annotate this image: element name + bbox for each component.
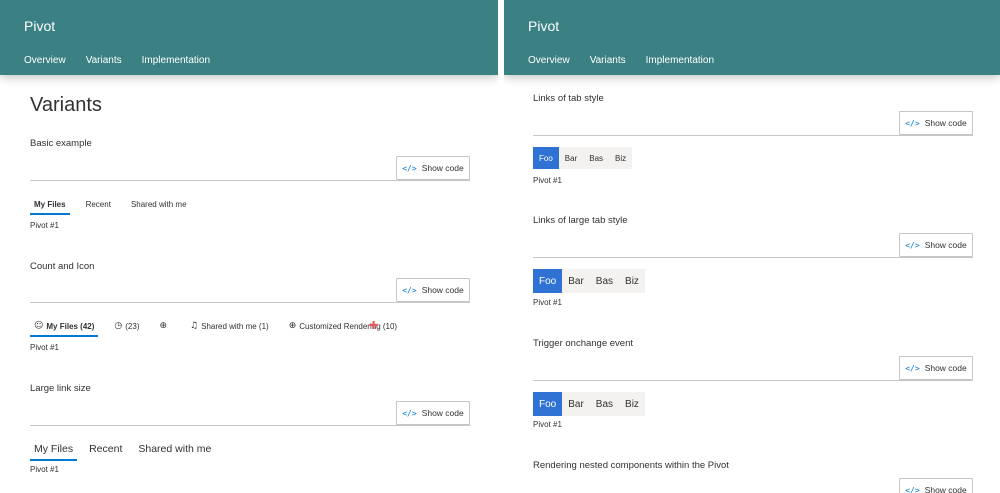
pivot-link-shared[interactable]: Shared with me <box>134 443 215 461</box>
bell-icon: ♫ <box>190 321 199 331</box>
globe-icon: ⊕ <box>288 321 297 331</box>
left-panel: Pivot Overview Variants Implementation V… <box>0 0 498 493</box>
section-label-count-icon: Count and Icon <box>30 261 95 272</box>
tab-biz[interactable]: Biz <box>619 392 645 416</box>
pivot-link-label: My Files (42) <box>46 321 95 331</box>
section-divider <box>30 425 470 426</box>
section-divider <box>533 257 973 258</box>
tab-foo[interactable]: Foo <box>533 392 563 416</box>
pivot-tabs-large: Foo Bar Bas Biz <box>533 269 645 293</box>
section-divider <box>533 380 973 381</box>
pivot-content: Pivot #1 <box>30 343 59 352</box>
show-code-label: Show code <box>421 163 464 173</box>
section-label-onchange: Trigger onchange event <box>533 338 633 349</box>
code-icon: </> <box>402 285 417 295</box>
header-title: Pivot <box>24 18 56 34</box>
show-code-button[interactable]: </> Show code <box>396 156 470 180</box>
show-code-label: Show code <box>421 408 464 418</box>
show-code-button[interactable]: </> Show code <box>899 233 973 257</box>
show-code-label: Show code <box>924 118 967 128</box>
code-icon: </> <box>905 240 920 250</box>
code-icon: </> <box>402 408 417 418</box>
show-code-label: Show code <box>924 485 967 493</box>
pivot-link-my-files[interactable]: ☺ My Files (42) <box>30 321 99 337</box>
nav-variants[interactable]: Variants <box>86 55 122 66</box>
tab-bas[interactable]: Bas <box>583 147 610 169</box>
show-code-label: Show code <box>421 285 464 295</box>
header-title: Pivot <box>528 18 560 34</box>
smiley-icon: ☺ <box>34 321 44 331</box>
tab-bar[interactable]: Bar <box>558 147 584 169</box>
nav-implementation[interactable]: Implementation <box>142 55 210 66</box>
tab-bas[interactable]: Bas <box>589 392 620 416</box>
globe-icon: ⊕ <box>159 321 168 331</box>
section-label-large-tab-style: Links of large tab style <box>533 215 628 226</box>
tab-bar[interactable]: Bar <box>562 392 590 416</box>
pivot-tabs-onchange: Foo Bar Bas Biz <box>533 392 645 416</box>
tab-foo[interactable]: Foo <box>533 269 563 293</box>
pivot-link-customized[interactable]: ⊕ Customized Rendering (10) <box>285 321 401 337</box>
tab-biz[interactable]: Biz <box>609 147 633 169</box>
pivot-link-label: (23) <box>125 321 140 331</box>
show-code-button[interactable]: </> Show code <box>899 478 973 493</box>
section-divider <box>30 180 470 181</box>
show-code-label: Show code <box>924 363 967 373</box>
header-nav: Overview Variants Implementation <box>24 55 230 66</box>
tab-bar[interactable]: Bar <box>562 269 590 293</box>
pivot-count-icon: ☺ My Files (42) ◷ (23) ⊕ ♫ Shared with m… <box>30 321 413 337</box>
show-code-label: Show code <box>924 240 967 250</box>
pivot-large: My Files Recent Shared with me <box>30 443 223 461</box>
pivot-content: Pivot #1 <box>533 298 562 307</box>
pivot-link-recent[interactable]: Recent <box>85 443 126 461</box>
code-icon: </> <box>905 118 920 128</box>
pivot-link-recent[interactable]: ◷ (23) <box>110 321 143 337</box>
section-label-basic: Basic example <box>30 138 92 149</box>
pivot-link-shared[interactable]: Shared with me <box>127 200 191 215</box>
nav-variants[interactable]: Variants <box>590 55 626 66</box>
pivot-content: Pivot #1 <box>533 420 562 429</box>
nav-overview[interactable]: Overview <box>528 55 570 66</box>
code-icon: </> <box>905 363 920 373</box>
page-title: Variants <box>30 94 102 116</box>
pivot-link-label: Customized Rendering (10) <box>299 321 398 331</box>
header-nav: Overview Variants Implementation <box>528 55 734 66</box>
section-divider <box>533 135 973 136</box>
code-icon: </> <box>402 163 417 173</box>
tab-biz[interactable]: Biz <box>619 269 645 293</box>
header: Pivot Overview Variants Implementation <box>504 0 1000 75</box>
pivot-link-my-files[interactable]: My Files <box>30 200 70 215</box>
pivot-link-globe[interactable]: ⊕ <box>156 321 175 337</box>
cursor-icon: ✚ <box>369 320 379 332</box>
section-label-large: Large link size <box>30 383 91 394</box>
pivot-content: Pivot #1 <box>30 221 59 230</box>
pivot-tabs: Foo Bar Bas Biz <box>533 147 633 169</box>
pivot-link-shared[interactable]: ♫ Shared with me (1) <box>186 321 273 337</box>
tab-foo[interactable]: Foo <box>533 147 559 169</box>
show-code-button[interactable]: </> Show code <box>899 111 973 135</box>
nav-overview[interactable]: Overview <box>24 55 66 66</box>
pivot-content: Pivot #1 <box>533 176 562 185</box>
pivot-content: Pivot #1 <box>30 465 59 474</box>
section-label-nested: Rendering nested components within the P… <box>533 460 729 471</box>
right-panel: Pivot Overview Variants Implementation L… <box>504 0 1000 493</box>
code-icon: </> <box>905 485 920 493</box>
section-label-tab-style: Links of tab style <box>533 93 604 104</box>
show-code-button[interactable]: </> Show code <box>899 356 973 380</box>
show-code-button[interactable]: </> Show code <box>396 278 470 302</box>
nav-implementation[interactable]: Implementation <box>646 55 714 66</box>
section-divider <box>30 302 470 303</box>
pivot-link-label: Shared with me (1) <box>201 321 269 331</box>
pivot-link-recent[interactable]: Recent <box>82 200 115 215</box>
tab-bas[interactable]: Bas <box>589 269 620 293</box>
show-code-button[interactable]: </> Show code <box>396 401 470 425</box>
header: Pivot Overview Variants Implementation <box>0 0 498 75</box>
clock-icon: ◷ <box>114 321 123 331</box>
pivot-link-my-files[interactable]: My Files <box>30 443 78 461</box>
pivot-basic: My Files Recent Shared with me <box>30 200 203 215</box>
